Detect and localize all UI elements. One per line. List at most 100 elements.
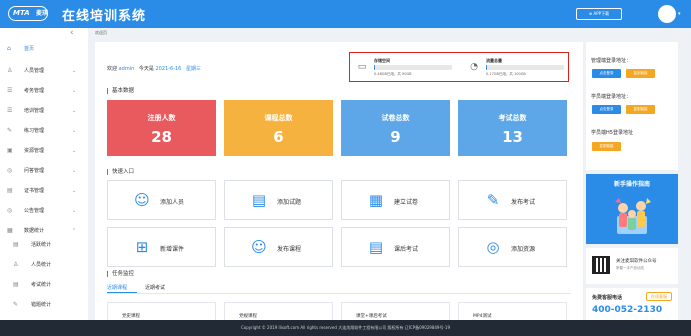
tab-divider [107,293,571,294]
add-question-icon: ▤ [251,191,267,209]
exam-icon: ☰ [7,87,13,94]
student-copy-button[interactable]: 复制链接 [626,105,655,114]
student-login-button[interactable]: 点击登录 [592,105,621,114]
tab-recent-courses[interactable]: 近期课程 [107,284,127,291]
quick-entry-label: 添加资源 [511,246,536,253]
student-login-title: 学员端登录地址： [591,94,632,100]
beginner-guide-banner[interactable]: 新手操作指南 [586,174,678,244]
sidebar-subitem-exam-stats[interactable]: ▤ 考试统计 [0,278,88,292]
quick-entry-add-courseware[interactable]: ⊞ 新增课件 [107,227,216,267]
sidebar-subitem-wrong-stats[interactable]: ✎ 错题统计 [0,298,88,312]
sidebar-item-stats[interactable]: ▦ 数据统计 ⌃ [0,224,88,238]
app-download-button[interactable]: ⊕ APP下载 [576,8,622,20]
stat-card[interactable]: 课程总数 6 [224,100,333,156]
after-class-exam-icon: ▤ [368,238,384,256]
quick-entry-label: 新增课件 [160,246,185,253]
sidebar-item-label: 考务管理 [24,88,45,94]
quick-entry-label: 添加试题 [277,199,302,206]
quick-entry-add-resource[interactable]: ◎ 添加资源 [458,227,567,267]
task-card[interactable]: 课堂+课后考试 [341,302,450,320]
add-resource-icon: ◎ [486,238,500,256]
quick-entry-add-question[interactable]: ▤ 添加试题 [224,180,333,220]
footer-copyright: Copyright © 2019 llisoft.com All rights … [0,320,691,336]
hotline-block: 免费客服电话 在线客服 400-052-2130 [586,288,678,320]
storage-space: ▭ 存储空间 0.48GB已用，共 90GB [356,58,452,78]
gauge-icon: ◔ [470,62,478,72]
sidebar-item-certificate[interactable]: ▤ 证书管理 ⌄ [0,184,88,198]
publish-course-icon: ☺ [251,238,267,256]
sidebar-subitem-person-stats[interactable]: ♙ 人员统计 [0,258,88,272]
sidebar-item-label: 证书管理 [24,188,45,194]
main-panel: 欢迎 admin 今天是 2021-6-16 星期三 ▭ 存储空间 0.48GB… [95,42,583,320]
quick-entry-publish-course[interactable]: ☺ 发布课程 [224,227,333,267]
home-icon: ⌂ [7,45,11,52]
wechat-line2: 掌握一手产品动态 [616,266,644,270]
task-card[interactable]: MP4测试 [458,302,567,320]
sidebar-item-practice[interactable]: ✎ 练习管理 ⌄ [0,124,88,138]
sidebar-item-qa[interactable]: ◎ 问答管理 ⌄ [0,164,88,178]
storage-progress-bar [374,65,452,70]
sidebar-item-training[interactable]: ☰ 培训管理 ⌄ [0,104,88,118]
chevron-down-icon: ⌄ [72,148,77,154]
quick-entry-add-user[interactable]: ☺ 添加人员 [107,180,216,220]
task-card-title: 党史课程 [122,314,140,319]
user-avatar[interactable]: ♚ [658,5,676,23]
quick-entry-after-class-exam[interactable]: ▤ 课后考试 [341,227,450,267]
guide-title: 新手操作指南 [613,181,650,188]
login-links-block: 管理端登录地址： 点击登录 复制链接 学员端登录地址： 点击登录 复制链接 学员… [586,42,678,170]
add-courseware-icon: ⊞ [135,238,149,256]
sidebar-subitem-label: 考试统计 [31,282,52,288]
sidebar-item-home[interactable]: ⌂ 首页 [0,42,88,56]
sidebar: ‹ ⌂ 首页 ♙ 人员管理 ⌄ ☰ 考务管理 ⌄ ☰ 培训管理 ⌄ ✎ 练习管理 ⌄ ▣ 资源管理 ⌄ ◎ 问答管理… [0,28,88,320]
people-illustration-icon [615,198,651,234]
task-card-title: 课堂+课后考试 [356,314,387,319]
stats-icon: ▦ [7,227,13,234]
stat-card[interactable]: 试卷总数 9 [341,100,450,156]
today-date: 2021-6-16 [155,66,182,72]
logo-cn-text: 麦琪 [36,10,49,17]
create-paper-icon: ▦ [368,191,384,209]
sidebar-item-user[interactable]: ♙ 人员管理 ⌄ [0,64,88,78]
sidebar-subitem-label: 人员统计 [31,262,52,268]
chevron-down-icon: ⌄ [72,68,77,74]
storage-title: 存储空间 [374,58,390,63]
quick-entry-publish-exam[interactable]: ✎ 发布考试 [458,180,567,220]
stat-label: 课程总数 [264,114,293,122]
basic-data-title: 基本数据 [107,88,134,94]
online-service-button[interactable]: 在线客服 [646,292,672,301]
wechat-block: 关注麦琪软件公众号 掌握一手产品动态 [586,248,678,284]
storage-desc: 0.48GB已用，共 90GB [374,72,412,76]
task-card[interactable]: 党规课程 [224,302,333,320]
manage-copy-button[interactable]: 复制链接 [626,69,655,78]
quick-entry-label: 添加人员 [160,199,185,206]
hard-drive-icon: ▭ [357,62,367,72]
wechat-line1: 关注麦琪软件公众号 [616,259,657,264]
task-card[interactable]: 党史课程 [107,302,216,320]
stat-card[interactable]: 注册人数 28 [107,100,216,156]
manage-login-button[interactable]: 点击登录 [592,69,621,78]
sidebar-item-label: 问答管理 [24,168,45,174]
task-card-title: 党规课程 [239,314,257,319]
sidebar-item-resource[interactable]: ▣ 资源管理 ⌄ [0,144,88,158]
breadcrumb: 欢迎页 [95,30,107,35]
today-label: 今天是 [138,66,154,72]
training-icon: ☰ [7,107,13,114]
sidebar-item-label: 数据统计 [24,228,45,234]
hotline-title: 免费客服电话 [592,295,623,301]
manage-login-title: 管理端登录地址： [591,58,632,64]
chevron-down-icon: ⌄ [72,188,77,194]
stat-card[interactable]: 考试总数 13 [458,100,567,156]
practice-icon: ✎ [7,127,13,134]
sidebar-item-label: 公告管理 [24,208,45,214]
tab-recent-exams[interactable]: 近期考试 [145,284,165,291]
sidebar-subitem-label: 错题统计 [31,302,52,308]
collapse-sidebar-icon[interactable]: ‹ [70,28,74,38]
sidebar-subitem-activity[interactable]: ▤ 活跃统计 [0,238,88,252]
chevron-down-icon[interactable]: ▾ [678,11,681,17]
system-title: 在线培训系统 [62,9,147,24]
sidebar-item-exam[interactable]: ☰ 考务管理 ⌄ [0,84,88,98]
quick-entry-create-paper[interactable]: ▦ 建立试卷 [341,180,450,220]
sidebar-item-notice[interactable]: ◎ 公告管理 ⌄ [0,204,88,218]
student-h5-copy-button[interactable]: 复制链接 [592,142,621,151]
chevron-down-icon: ⌄ [72,88,77,94]
